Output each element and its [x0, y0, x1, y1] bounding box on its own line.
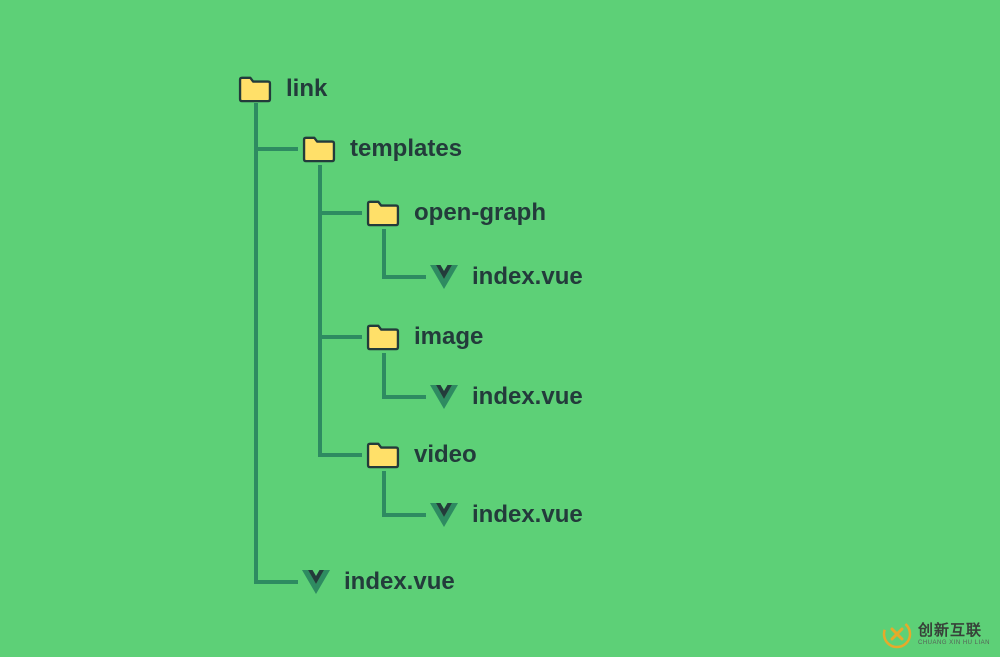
folder-icon	[366, 199, 400, 227]
file-label: index.vue	[344, 568, 455, 596]
folder-link: link	[238, 75, 327, 103]
watermark-text-cn: 创新互联	[918, 623, 990, 638]
folder-label: open-graph	[414, 199, 546, 227]
folder-label: image	[414, 323, 483, 351]
vue-icon	[430, 502, 458, 528]
folder-templates: templates	[302, 135, 462, 163]
watermark: 创新互联 CHUANG XIN HU LIAN	[882, 619, 990, 649]
folder-icon	[366, 441, 400, 469]
folder-label: link	[286, 75, 327, 103]
folder-label: video	[414, 441, 477, 469]
folder-icon	[302, 135, 336, 163]
file-open-graph-index: index.vue	[430, 263, 583, 291]
folder-icon	[238, 75, 272, 103]
file-image-index: index.vue	[430, 383, 583, 411]
watermark-text-en: CHUANG XIN HU LIAN	[918, 640, 990, 646]
folder-open-graph: open-graph	[366, 199, 546, 227]
watermark-logo-icon	[882, 619, 912, 649]
folder-icon	[366, 323, 400, 351]
folder-label: templates	[350, 135, 462, 163]
vue-icon	[302, 569, 330, 595]
vue-icon	[430, 264, 458, 290]
file-label: index.vue	[472, 501, 583, 529]
file-label: index.vue	[472, 383, 583, 411]
vue-icon	[430, 384, 458, 410]
folder-image: image	[366, 323, 483, 351]
file-root-index: index.vue	[302, 568, 455, 596]
file-label: index.vue	[472, 263, 583, 291]
folder-video: video	[366, 441, 477, 469]
file-video-index: index.vue	[430, 501, 583, 529]
